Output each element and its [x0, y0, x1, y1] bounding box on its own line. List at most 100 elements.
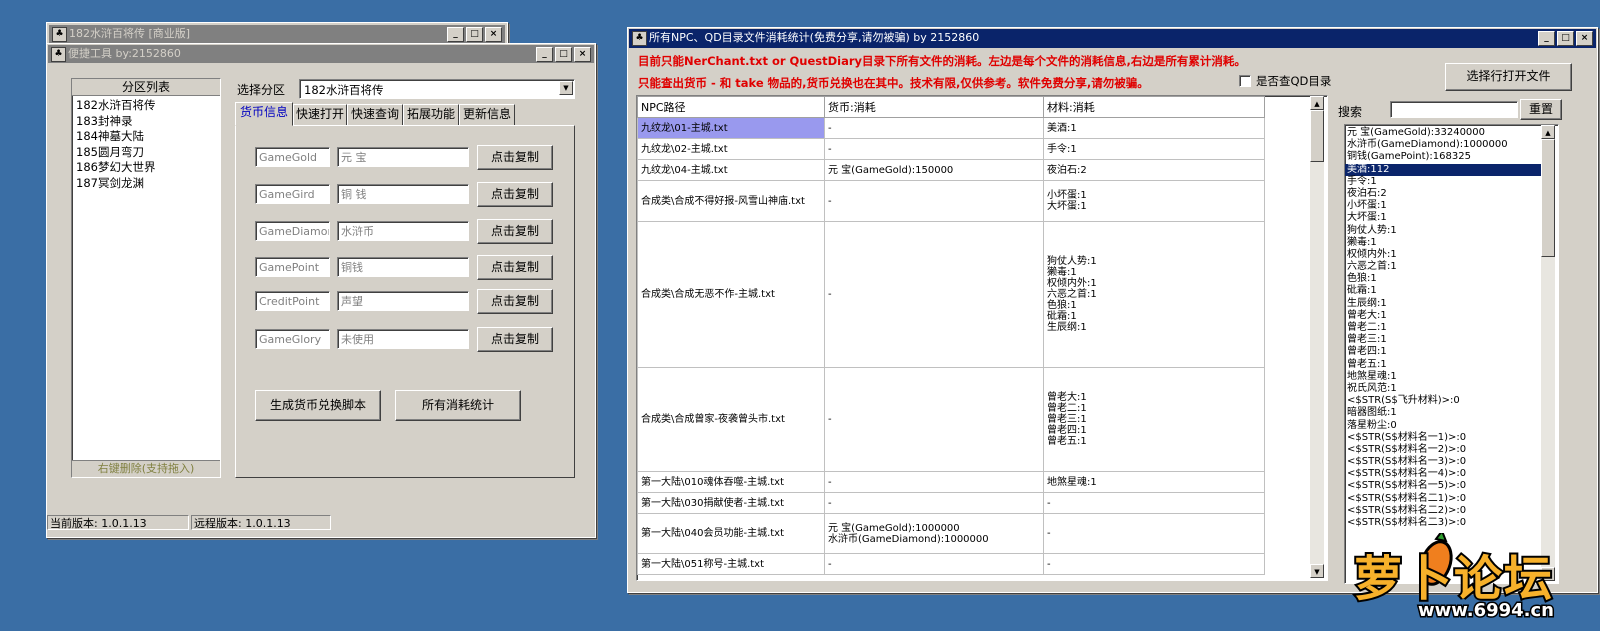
currency-cell[interactable]: - — [824, 117, 1044, 139]
totals-list-item[interactable]: 曾老五:1 — [1345, 359, 1541, 371]
column-header[interactable]: 货币:消耗 — [824, 96, 1044, 118]
close-button[interactable]: × — [1576, 31, 1593, 46]
currency-name-field[interactable]: 声望 — [337, 291, 469, 311]
totals-list-item[interactable]: 曾老大:1 — [1345, 310, 1541, 322]
partition-list[interactable]: 分区列表 182水浒百将传 183封神录 184神墓大陆 185圆月弯刀 186… — [71, 78, 221, 478]
path-cell[interactable]: 合成类\合成曾家-夜袭曾头市.txt — [637, 367, 825, 472]
table-row[interactable]: 合成类\合成无恶不作-主城.txt - 狗仗人势:1 獭毒:1 权倾内外:1 六… — [637, 221, 1265, 368]
minimize-button[interactable]: _ — [536, 47, 553, 62]
maximize-button[interactable]: □ — [1557, 31, 1574, 46]
chevron-down-icon[interactable]: ▼ — [559, 81, 573, 95]
list-item[interactable]: 182水浒百将传 — [76, 98, 216, 114]
table-scrollbar[interactable]: ▲ ▼ — [1310, 96, 1324, 578]
currency-cell[interactable]: 元 宝(GameGold):150000 — [824, 159, 1044, 181]
totals-list-item[interactable]: 元 宝(GameGold):33240000 — [1345, 127, 1541, 139]
copy-button[interactable]: 点击复制 — [477, 219, 553, 244]
table-row[interactable]: 第一大陆\040会员功能-主城.txt 元 宝(GameGold):100000… — [637, 513, 1265, 554]
maximize-button[interactable]: □ — [466, 27, 483, 42]
copy-button[interactable]: 点击复制 — [477, 145, 553, 170]
path-cell[interactable]: 第一大陆\040会员功能-主城.txt — [637, 513, 825, 554]
totals-list-item[interactable]: 夜泊石:2 — [1345, 188, 1541, 200]
tool-window-titlebar[interactable]: ♣ 便捷工具 by:2152860 _ □ × — [48, 45, 594, 63]
path-cell[interactable]: 九纹龙\01-主城.txt — [637, 117, 825, 139]
list-item[interactable]: 187冥剑龙渊 — [76, 176, 216, 192]
list-item[interactable]: 184神墓大陆 — [76, 129, 216, 145]
totals-list[interactable]: 元 宝(GameGold):33240000 水浒币(GameDiamond):1… — [1344, 124, 1559, 584]
column-header[interactable]: NPC路径 — [637, 96, 825, 118]
all-consumption-stats-button[interactable]: 所有消耗统计 — [395, 390, 521, 421]
copy-button[interactable]: 点击复制 — [477, 182, 553, 207]
material-cell[interactable]: 小坏蛋:1 大坏蛋:1 — [1043, 180, 1265, 222]
table-row[interactable]: 九纹龙\04-主城.txt 元 宝(GameGold):150000 夜泊石:2 — [637, 159, 1265, 181]
currency-cell[interactable]: - — [824, 180, 1044, 222]
table-row[interactable]: 第一大陆\030捐献使者-主城.txt - - — [637, 492, 1265, 514]
totals-list-item[interactable]: 铜钱(GamePoint):168325 — [1345, 151, 1541, 163]
material-cell[interactable]: 手令:1 — [1043, 138, 1265, 160]
currency-cell[interactable]: - — [824, 492, 1044, 514]
totals-list-item[interactable]: <$STR(S$材料名二1)>:0 — [1345, 493, 1541, 505]
totals-list-item[interactable]: 美酒:112 — [1345, 163, 1541, 176]
totals-list-item[interactable]: <$STR(S$材料名二3)>:0 — [1345, 517, 1541, 529]
currency-cell[interactable]: - — [824, 553, 1044, 575]
currency-key-field[interactable]: GameGird — [255, 184, 330, 204]
list-item[interactable]: 186梦幻大世界 — [76, 160, 216, 176]
totals-list-item[interactable]: <$STR(S$材料名一1)>:0 — [1345, 432, 1541, 444]
currency-key-field[interactable]: GameGold — [255, 147, 330, 167]
minimize-button[interactable]: _ — [447, 27, 464, 42]
totals-list-item[interactable]: <$STR(S$飞升材料)>:0 — [1345, 395, 1541, 407]
currency-key-field[interactable]: GameGlory — [255, 329, 330, 349]
totals-list-item[interactable]: 大坏蛋:1 — [1345, 212, 1541, 224]
material-cell[interactable]: - — [1043, 553, 1265, 575]
partition-select[interactable]: 182水浒百将传 ▼ — [299, 79, 575, 99]
totals-list-item[interactable]: 曾老二:1 — [1345, 322, 1541, 334]
material-cell[interactable]: 狗仗人势:1 獭毒:1 权倾内外:1 六恶之首:1 色狼:1 砒霜:1 生辰纲:… — [1043, 221, 1265, 368]
back-window-titlebar[interactable]: ♣ 182水浒百将传 [商业版] _ □ × — [49, 25, 505, 43]
scroll-thumb[interactable] — [1541, 139, 1555, 257]
path-cell[interactable]: 合成类\合成不得好报-风雪山神庙.txt — [637, 180, 825, 222]
search-input[interactable] — [1390, 101, 1518, 118]
open-selected-file-button[interactable]: 选择行打开文件 — [1445, 63, 1572, 91]
close-button[interactable]: × — [574, 47, 591, 62]
maximize-button[interactable]: □ — [555, 47, 572, 62]
currency-name-field[interactable]: 铜钱 — [337, 257, 469, 277]
totals-scrollbar[interactable]: ▲ ▼ — [1541, 125, 1555, 581]
qd-checkbox[interactable] — [1239, 75, 1251, 87]
totals-list-item[interactable]: 狗仗人势:1 — [1345, 225, 1541, 237]
currency-cell[interactable]: - — [824, 471, 1044, 493]
path-cell[interactable]: 第一大陆\051称号-主城.txt — [637, 553, 825, 575]
currency-cell[interactable]: 元 宝(GameGold):1000000 水浒币(GameDiamond):1… — [824, 513, 1044, 554]
totals-list-item[interactable]: 地煞星魂:1 — [1345, 371, 1541, 383]
totals-list-item[interactable]: <$STR(S$材料名一4)>:0 — [1345, 468, 1541, 480]
close-button[interactable]: × — [485, 27, 502, 42]
scroll-up-icon[interactable]: ▲ — [1541, 125, 1555, 139]
totals-list-item[interactable]: 六恶之首:1 — [1345, 261, 1541, 273]
totals-list-item[interactable]: 水浒币(GameDiamond):1000000 — [1345, 139, 1541, 151]
material-cell[interactable]: 夜泊石:2 — [1043, 159, 1265, 181]
scroll-up-icon[interactable]: ▲ — [1310, 96, 1324, 110]
totals-list-item[interactable]: <$STR(S$材料名一3)>:0 — [1345, 456, 1541, 468]
tab-currency-info[interactable]: 货币信息 — [235, 102, 293, 126]
currency-name-field[interactable]: 水浒币 — [337, 221, 469, 241]
currency-name-field[interactable]: 元 宝 — [337, 147, 469, 167]
currency-cell[interactable]: - — [824, 221, 1044, 368]
totals-list-item[interactable]: <$STR(S$材料名二2)>:0 — [1345, 505, 1541, 517]
tab-extended[interactable]: 拓展功能 — [403, 104, 459, 126]
tab-quick-query[interactable]: 快速查询 — [347, 104, 403, 126]
column-header[interactable]: 材料:消耗 — [1043, 96, 1265, 118]
totals-list-item[interactable]: 色狼:1 — [1345, 273, 1541, 285]
totals-list-item[interactable]: <$STR(S$材料名一2)>:0 — [1345, 444, 1541, 456]
totals-list-item[interactable]: 生辰纲:1 — [1345, 298, 1541, 310]
currency-key-field[interactable]: CreditPoint — [255, 291, 330, 311]
table-row[interactable]: 九纹龙\01-主城.txt - 美酒:1 — [637, 117, 1265, 139]
totals-list-item[interactable]: 暗器图纸:1 — [1345, 407, 1541, 419]
totals-list-item[interactable]: 獭毒:1 — [1345, 237, 1541, 249]
table-row[interactable]: 合成类\合成不得好报-风雪山神庙.txt - 小坏蛋:1 大坏蛋:1 — [637, 180, 1265, 222]
material-cell[interactable]: - — [1043, 492, 1265, 514]
table-row[interactable]: 九纹龙\02-主城.txt - 手令:1 — [637, 138, 1265, 160]
totals-list-item[interactable]: 小坏蛋:1 — [1345, 200, 1541, 212]
currency-cell[interactable]: - — [824, 367, 1044, 472]
material-cell[interactable]: 地煞星魂:1 — [1043, 471, 1265, 493]
totals-list-item[interactable]: 手令:1 — [1345, 176, 1541, 188]
path-cell[interactable]: 合成类\合成无恶不作-主城.txt — [637, 221, 825, 368]
currency-key-field[interactable]: GamePoint — [255, 257, 330, 277]
